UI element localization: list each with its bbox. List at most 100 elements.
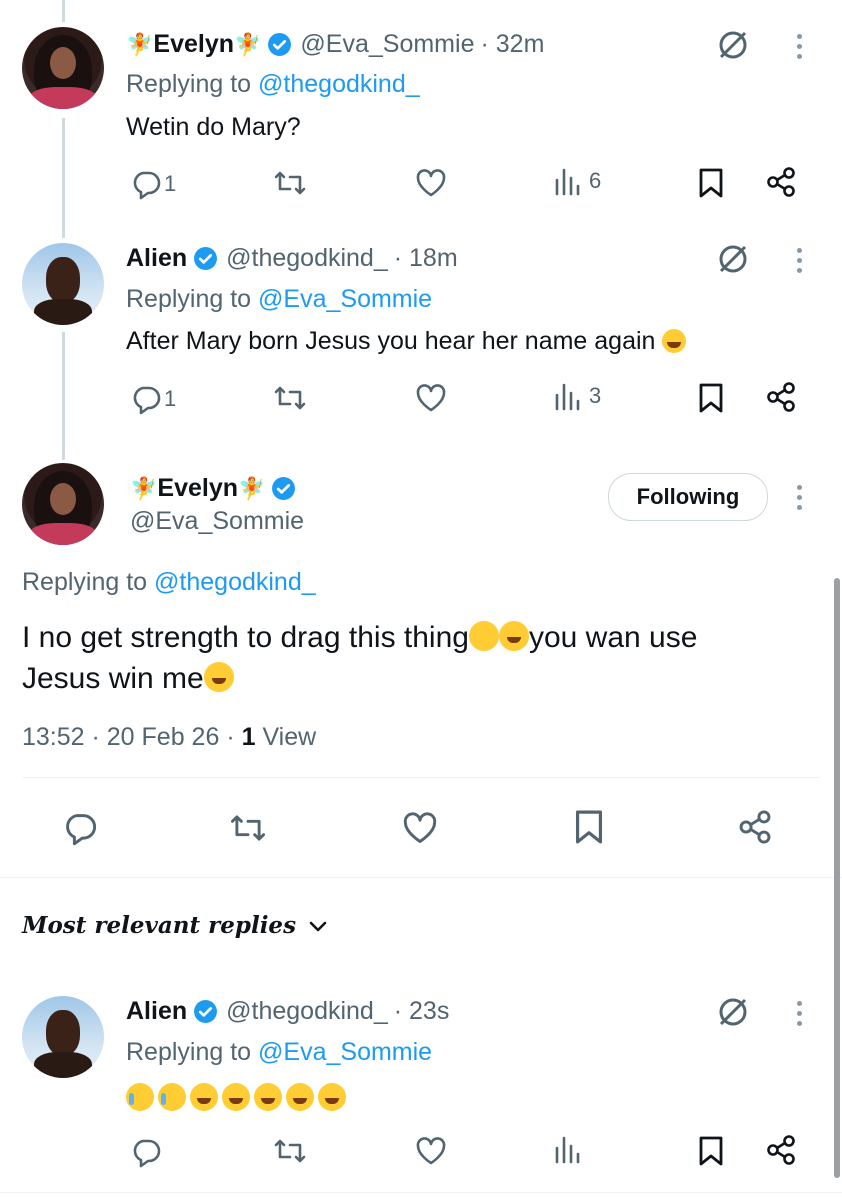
views-count: 6	[589, 168, 602, 193]
replying-to: Replying to @Eva_Sommie	[126, 1038, 433, 1066]
views-icon	[555, 1136, 580, 1164]
display-name[interactable]: Evelyn	[153, 30, 234, 59]
crying-emoji	[126, 1083, 154, 1111]
views-icon	[555, 383, 580, 411]
reply-button[interactable]: 1	[130, 383, 176, 415]
reply-button[interactable]	[130, 1136, 162, 1168]
fairy-emoji: 🧚	[234, 31, 262, 57]
fairy-emoji: 🧚	[238, 475, 266, 501]
grinning-emoji	[254, 1083, 282, 1111]
reply-button[interactable]	[62, 810, 98, 846]
like-button[interactable]	[414, 382, 448, 414]
mention-link[interactable]: @Eva_Sommie	[258, 285, 432, 313]
retweet-button[interactable]	[272, 382, 308, 414]
verified-icon	[194, 1000, 218, 1023]
views-button[interactable]	[553, 1134, 583, 1164]
grinning-emoji	[286, 1083, 314, 1111]
timestamp[interactable]: · 32m	[480, 30, 544, 59]
bookmark-button[interactable]	[697, 1135, 725, 1167]
share-button[interactable]	[764, 380, 798, 414]
handle[interactable]: @thegodkind_	[226, 997, 388, 1026]
tweet-meta: 13:52 · 20 Feb 26 · 1 View	[22, 723, 317, 751]
replying-to: Replying to @thegodkind_	[22, 568, 316, 596]
views-count: 1	[241, 723, 256, 751]
views-label: View	[262, 723, 317, 751]
tweet-date[interactable]: 20 Feb 26	[107, 723, 220, 751]
bookmark-button[interactable]	[697, 382, 725, 414]
bookmark-button[interactable]	[697, 167, 725, 199]
tweet-time[interactable]: 13:52	[22, 723, 85, 751]
tweet-header: 🧚 Evelyn 🧚 @Eva_Sommie · 32m	[126, 30, 544, 59]
reply-count: 1	[164, 386, 177, 411]
like-button[interactable]	[414, 167, 448, 199]
replies-sort-dropdown[interactable]: Most relevant replies	[22, 912, 330, 939]
more-icon[interactable]	[797, 248, 803, 278]
mention-link[interactable]: @thegodkind_	[154, 568, 316, 596]
avatar[interactable]	[22, 243, 104, 325]
share-icon	[767, 1135, 795, 1165]
handle[interactable]: @Eva_Sommie	[300, 30, 474, 59]
views-count: 3	[589, 383, 602, 408]
views-icon	[555, 168, 580, 196]
reply-icon	[133, 386, 161, 415]
mention-link[interactable]: @thegodkind_	[258, 70, 420, 98]
avatar[interactable]	[22, 463, 104, 545]
bookmark-icon	[575, 810, 603, 844]
like-button[interactable]	[414, 1135, 448, 1167]
chevron-down-icon	[309, 921, 327, 931]
avatar[interactable]	[22, 996, 104, 1078]
timestamp[interactable]: · 18m	[394, 244, 458, 273]
replies-sort-label: Most relevant replies	[22, 912, 297, 939]
retweet-button[interactable]	[228, 810, 268, 846]
share-icon	[767, 382, 795, 412]
grinning-emoji	[203, 662, 234, 692]
verified-icon	[194, 247, 218, 270]
display-name[interactable]: Evelyn	[157, 474, 238, 503]
more-icon[interactable]	[797, 1001, 803, 1031]
views-button[interactable]: 6	[553, 166, 601, 196]
like-icon	[416, 1137, 446, 1165]
tweet-header: Alien @thegodkind_ · 23s	[126, 997, 449, 1026]
more-icon[interactable]	[797, 34, 803, 64]
like-icon	[416, 169, 446, 197]
display-name[interactable]: Alien	[126, 244, 187, 273]
thread-line	[62, 0, 65, 22]
avatar[interactable]	[22, 27, 104, 109]
views-button[interactable]: 3	[553, 381, 601, 411]
verified-icon	[272, 477, 296, 500]
grok-icon[interactable]	[716, 242, 750, 276]
divider	[0, 877, 842, 878]
share-icon	[739, 810, 771, 844]
like-icon	[416, 384, 446, 412]
handle[interactable]: @Eva_Sommie	[130, 507, 304, 536]
share-icon	[767, 167, 795, 197]
tweet-text: I no get strength to drag this thing you …	[22, 621, 698, 695]
share-button[interactable]	[736, 808, 774, 846]
bookmark-button[interactable]	[573, 808, 605, 846]
handle[interactable]: @thegodkind_	[226, 244, 388, 273]
more-icon[interactable]	[797, 485, 803, 515]
reply-icon	[133, 1139, 161, 1168]
scrollbar[interactable]	[834, 578, 840, 1178]
retweet-button[interactable]	[272, 167, 308, 199]
fairy-emoji: 🧚	[126, 31, 154, 57]
grinning-emoji	[190, 1083, 218, 1111]
like-icon	[403, 812, 437, 843]
timestamp[interactable]: · 23s	[394, 997, 450, 1026]
tweet-header: 🧚 Evelyn 🧚	[130, 474, 296, 503]
tweet-header: Alien @thegodkind_ · 18m	[126, 244, 458, 273]
rofl-emoji	[498, 621, 529, 651]
following-button[interactable]: Following	[608, 473, 768, 521]
display-name[interactable]: Alien	[126, 997, 187, 1026]
grok-icon[interactable]	[716, 28, 750, 62]
tweet-text	[126, 1083, 346, 1111]
share-button[interactable]	[764, 165, 798, 199]
retweet-button[interactable]	[272, 1135, 308, 1167]
fairy-emoji: 🧚	[130, 475, 158, 501]
mention-link[interactable]: @Eva_Sommie	[258, 1038, 432, 1066]
reply-button[interactable]: 1	[130, 168, 176, 200]
grok-icon[interactable]	[716, 995, 750, 1029]
share-button[interactable]	[764, 1133, 798, 1167]
retweet-icon	[274, 1139, 306, 1163]
like-button[interactable]	[400, 810, 440, 846]
